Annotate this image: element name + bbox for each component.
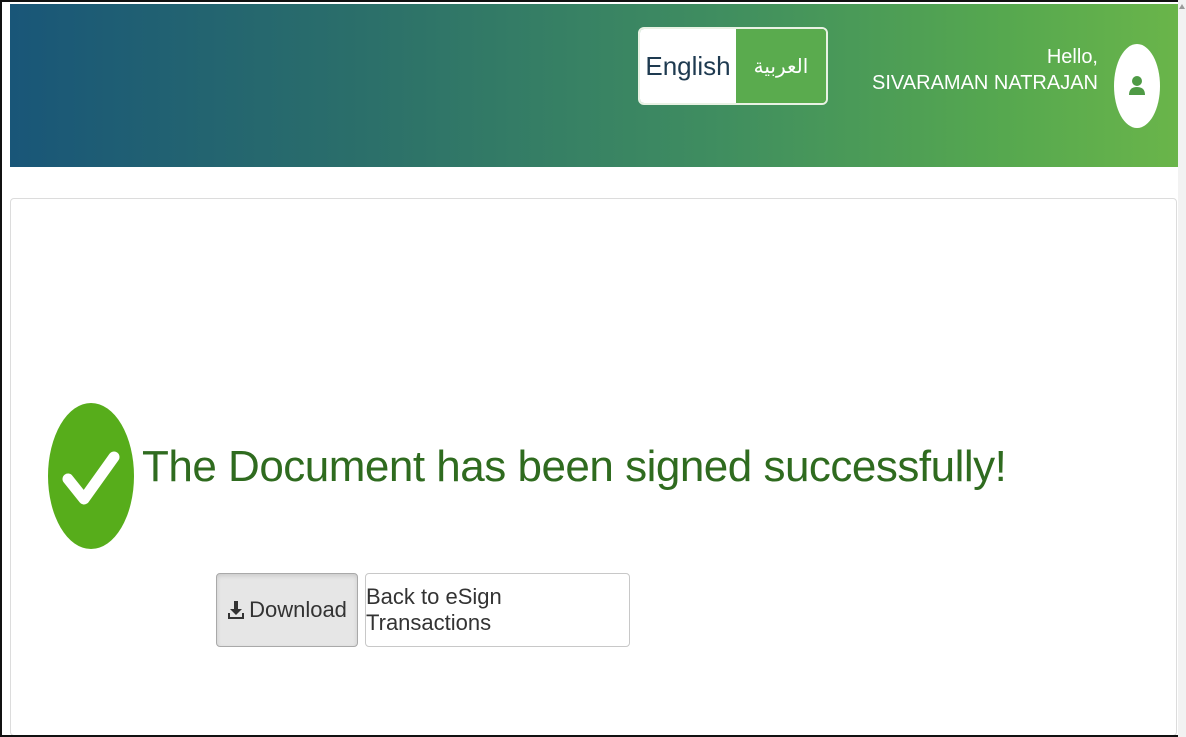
language-arabic-button[interactable]: العربية (736, 29, 826, 103)
success-message: The Document has been signed successfull… (142, 442, 1007, 491)
language-switcher: English العربية (638, 27, 828, 105)
avatar[interactable] (1114, 44, 1160, 128)
scrollbar[interactable] (1178, 0, 1186, 737)
check-circle-icon (48, 403, 134, 549)
language-english-button[interactable]: English (640, 29, 736, 103)
greeting-text: Hello, (1046, 46, 1098, 68)
download-button[interactable]: Download (216, 573, 358, 647)
user-icon (1129, 76, 1145, 95)
top-header: English العربية Hello, SIVARAMAN NATRAJA… (10, 4, 1180, 167)
user-name: SIVARAMAN NATRAJAN (872, 72, 1098, 94)
back-to-transactions-button[interactable]: Back to eSign Transactions (365, 573, 630, 647)
download-icon (228, 601, 245, 619)
download-label: Download (249, 597, 347, 622)
user-greeting: Hello, SIVARAMAN NATRAJAN (872, 44, 1098, 96)
scroll-up-icon[interactable] (1179, 4, 1185, 9)
browser-frame: English العربية Hello, SIVARAMAN NATRAJA… (0, 0, 1186, 737)
